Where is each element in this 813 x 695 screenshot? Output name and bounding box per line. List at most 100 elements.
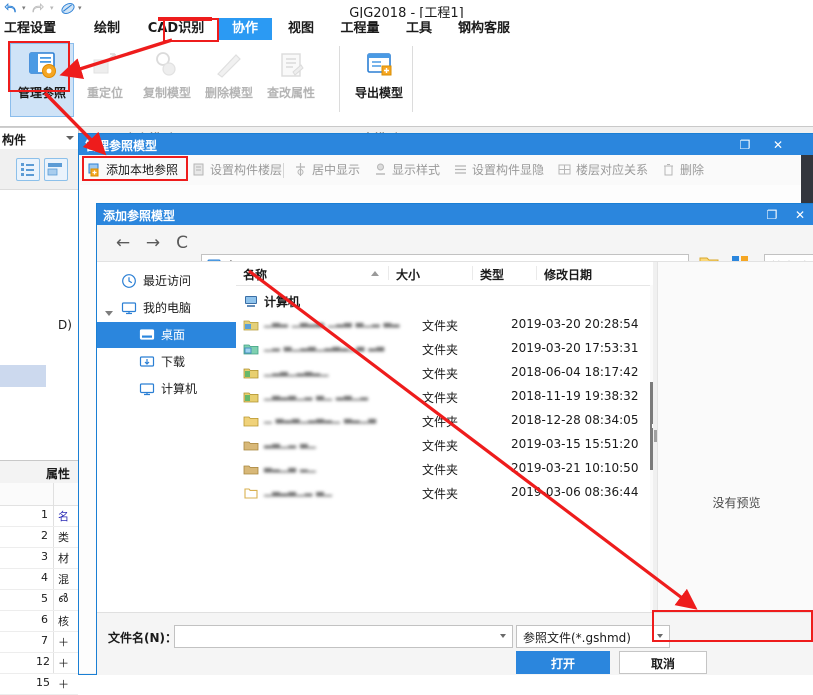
table-row[interactable]: ▁▂▃▁▂▃▂▁ 文件夹 2018-06-04 18:17:42 — [236, 362, 657, 384]
sidebar-item-computer[interactable]: 计算机 — [97, 376, 236, 402]
quick-access-toolbar: ▾ ▾ ▾ GJG2018 - [工程1] — [0, 0, 813, 18]
column-divider — [472, 266, 473, 280]
trash-icon — [661, 162, 676, 177]
table-row[interactable]: 计算机 — [236, 290, 657, 312]
file-dialog-navbar: ← → C 桌面 — [97, 225, 813, 261]
ribbon-group-divider — [339, 46, 340, 112]
list-view-icon[interactable] — [16, 158, 40, 181]
property-row[interactable]: 7＋ — [0, 631, 78, 653]
filename-dropdown-icon[interactable] — [500, 634, 506, 638]
left-panel-toolstrip — [0, 149, 78, 190]
table-row[interactable]: ▁ ▃▂▃▁▂▃▂▁ ▃▂▁▃ 文件夹 2018-12-28 08:34:05 — [236, 410, 657, 432]
maximize-icon[interactable]: ❐ — [732, 134, 758, 155]
property-row[interactable]: 12＋ — [0, 652, 78, 674]
file-date: 2019-03-20 20:28:54 — [511, 317, 638, 331]
cancel-button[interactable]: 取消 — [619, 651, 707, 674]
folder-tan-icon — [243, 437, 259, 453]
file-list-header: 名称 大小 类型 修改日期 — [236, 262, 657, 286]
property-row[interactable]: 5൴ — [0, 589, 78, 611]
property-row[interactable]: 4混 — [0, 568, 78, 590]
property-row-number: 1 — [36, 508, 48, 521]
ribbon-button-export-model[interactable]: 导出模型 — [348, 44, 410, 116]
annotation-box-tab-collaboration — [163, 18, 219, 42]
folder-green-icon — [243, 365, 259, 381]
table-row[interactable]: ▃▂▁▃ ▂▁ 文件夹 2019-03-21 10:10:50 — [236, 458, 657, 480]
file-dialog-titlebar: 添加参照模型 ❐ ✕ — [97, 204, 813, 225]
tab-engineering-settings[interactable]: 工程设置 — [0, 18, 72, 40]
detail-view-icon[interactable] — [44, 158, 68, 181]
forward-icon[interactable]: → — [143, 233, 163, 253]
ribbon-panel: 管理参照 重定位 复制模型 — [0, 40, 813, 127]
file-list[interactable]: 名称 大小 类型 修改日期 计算机 — [236, 262, 657, 613]
display-style-icon — [373, 162, 388, 177]
edit-property-icon — [274, 48, 308, 82]
property-row-number: 15 — [36, 676, 48, 689]
table-row[interactable]: ▁▂ ▃▁▂▃▁▂▃▂▁▃ ▂▃ 文件夹 2019-03-20 17:53:31 — [236, 338, 657, 360]
file-type: 文件夹 — [422, 317, 458, 334]
property-row-value: ＋ — [58, 634, 78, 650]
property-row-value: 核 — [58, 613, 78, 629]
file-type: 文件夹 — [422, 485, 458, 502]
open-button[interactable]: 打开 — [516, 651, 610, 674]
toolbar-item-label: 楼层对应关系 — [576, 160, 648, 180]
column-header-type[interactable]: 类型 — [480, 266, 504, 283]
toolbar-item-label: 居中显示 — [312, 160, 360, 180]
expander-triangle-icon[interactable] — [105, 311, 113, 316]
property-row[interactable]: 3材 — [0, 547, 78, 569]
table-row[interactable]: ▂▃▁▂ ▃▁ 文件夹 2019-03-15 15:51:20 — [236, 434, 657, 456]
component-type-combo[interactable]: 构件 — [0, 127, 79, 150]
sidebar-item-desktop[interactable]: 桌面 — [97, 322, 236, 348]
download-icon — [139, 354, 155, 370]
filename-input[interactable] — [174, 625, 513, 648]
property-row[interactable]: 6核 — [0, 610, 78, 632]
sidebar-item-recent[interactable]: 最近访问 — [97, 268, 236, 294]
file-dialog-title: 添加参照模型 — [103, 207, 175, 224]
tab-steel-service[interactable]: 钢构客服 — [448, 18, 520, 40]
sidebar-item-downloads[interactable]: 下载 — [97, 349, 236, 375]
ribbon-button-label: 导出模型 — [348, 84, 410, 101]
center-display-icon — [293, 162, 308, 177]
tab-quantity[interactable]: 工程量 — [330, 18, 390, 40]
component-type-value: 构件 — [2, 131, 26, 148]
relocate-icon — [88, 48, 122, 82]
ribbon-button-delete-model: 删除模型 — [198, 44, 260, 116]
component-tree-panel[interactable]: D) — [0, 190, 79, 460]
table-row[interactable]: ▁▃▂ ▁▃▂▃ ▁▂▃ ▃▁▂ ▃▂ 文件夹 2019-03-20 20:28… — [236, 314, 657, 336]
table-row[interactable]: ▁▃▂▃▁▂ ▃▁ ▂▃▁▂ 文件夹 2018-11-19 19:38:32 — [236, 386, 657, 408]
refresh-icon[interactable]: C — [172, 233, 192, 253]
close-icon[interactable]: ✕ — [787, 204, 813, 225]
back-icon[interactable]: ← — [113, 233, 133, 253]
sidebar-item-my-computer[interactable]: 我的电脑 — [97, 295, 236, 321]
file-date: 2018-11-19 19:38:32 — [511, 389, 638, 403]
application-window: ▾ ▾ ▾ GJG2018 - [工程1] 工程设置 绘制 CAD识别 协作 视… — [0, 0, 813, 673]
sidebar-item-label: 最近访问 — [143, 273, 191, 289]
maximize-icon[interactable]: ❐ — [759, 204, 785, 225]
tab-collaboration[interactable]: 协作 — [218, 18, 272, 40]
tab-view[interactable]: 视图 — [278, 18, 324, 40]
component-visibility-icon — [453, 162, 468, 177]
file-type: 文件夹 — [422, 389, 458, 406]
tab-draw[interactable]: 绘制 — [78, 18, 136, 40]
property-row-number: 6 — [36, 613, 48, 626]
close-icon[interactable]: ✕ — [765, 134, 791, 155]
column-header-date[interactable]: 修改日期 — [544, 266, 592, 283]
table-row[interactable]: ▁▃▂▃▁▂ ▃▁ 文件夹 2019-03-06 08:36:44 — [236, 482, 657, 504]
annotation-box-add-local-reference — [82, 156, 188, 181]
property-row[interactable]: 1名 — [0, 505, 78, 527]
chevron-down-icon[interactable] — [66, 136, 74, 140]
file-type-filter-combo[interactable]: 参照文件(*.gshmd) — [516, 625, 670, 648]
property-row[interactable]: 2类 — [0, 526, 78, 548]
tab-tools[interactable]: 工具 — [396, 18, 442, 40]
file-name: 计算机 — [264, 293, 300, 309]
annotation-box-manage-reference — [8, 41, 70, 92]
column-header-size[interactable]: 大小 — [396, 266, 420, 283]
floor-mapping-icon — [557, 162, 572, 177]
tree-selected-row — [0, 365, 46, 387]
column-header-name[interactable]: 名称 — [243, 266, 267, 283]
property-row[interactable]: 15＋ — [0, 673, 78, 695]
ribbon-button-relocate: 重定位 — [74, 44, 136, 116]
file-type: 文件夹 — [422, 341, 458, 358]
sidebar-item-label: 计算机 — [161, 381, 197, 397]
property-panel: 属性 1名 2类 3材 4混 5൴ 6核 7＋ 12＋ 15＋ — [0, 460, 79, 674]
property-row-value: ＋ — [58, 655, 78, 671]
